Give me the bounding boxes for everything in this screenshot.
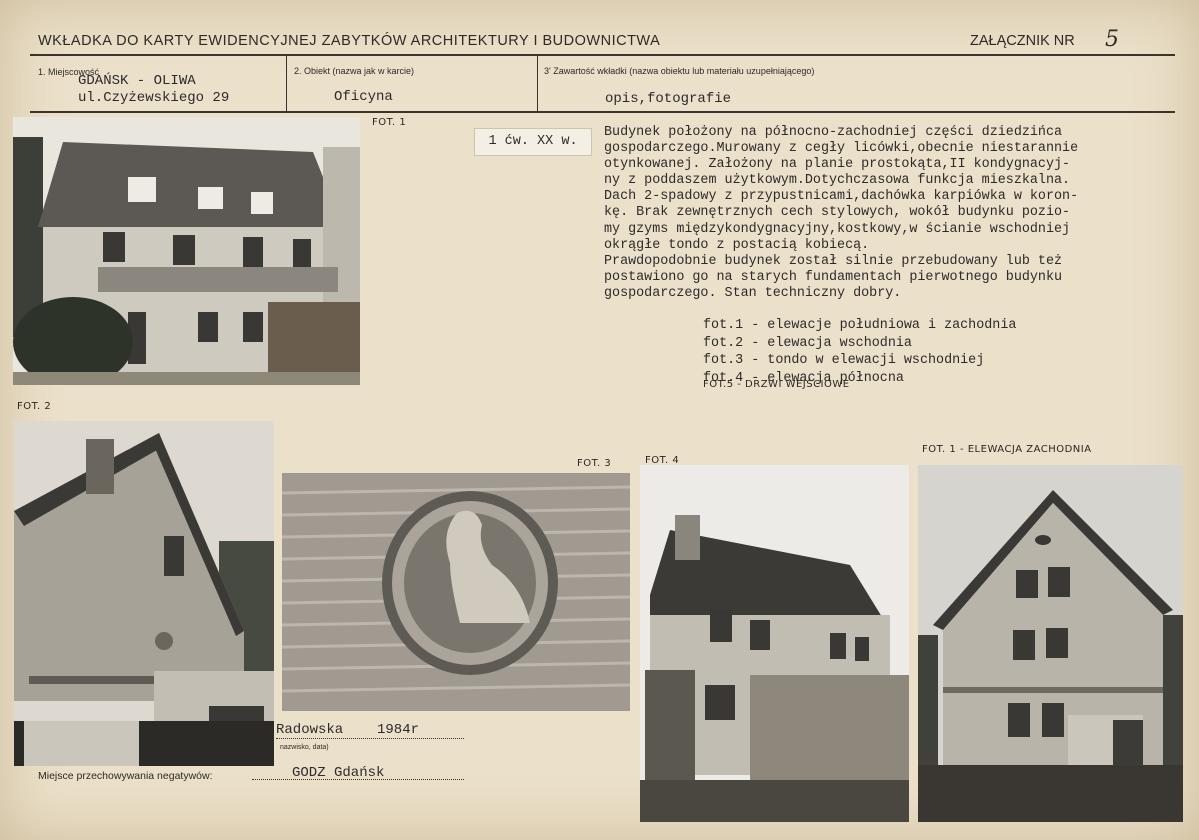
header-rule <box>30 54 1175 56</box>
field-2-label: 2. Obiekt (nazwa jak w karcie) <box>294 66 415 76</box>
inventory-card: WKŁADKA DO KARTY EWIDENCYJNEJ ZABYTKÓW A… <box>0 0 1199 840</box>
author-hint: nazwisko, data) <box>280 744 329 751</box>
field-3-label: 3' Zawartość wkładki (nazwa obiektu lub … <box>544 66 815 76</box>
field-divider-2 <box>537 55 538 112</box>
record-date: 1984r <box>377 722 420 738</box>
annex-label: ZAŁĄCZNIK NR <box>970 33 1075 49</box>
fields-rule <box>30 111 1175 113</box>
author-name: Radowska <box>276 722 344 738</box>
photo-1-south-west-facade <box>13 117 360 385</box>
field-3-value: opis,fotografie <box>605 91 732 107</box>
annex-number: 5 <box>1105 27 1119 52</box>
photo-captions: fot.1 - elewacje południowa i zachodnia … <box>703 318 1017 386</box>
photo-3-tondo <box>282 473 630 711</box>
field-divider-1 <box>286 55 287 112</box>
field-2-value: Oficyna <box>334 89 393 105</box>
field-1-place: GDAŃSK - OLIWA <box>78 73 196 89</box>
building-description: Budynek położony na północno-zachodniej … <box>604 125 1079 301</box>
card-title: WKŁADKA DO KARTY EWIDENCYJNEJ ZABYTKÓW A… <box>38 33 661 49</box>
photo-4-north-facade <box>640 465 909 822</box>
photo-caption-5: fot.5 - drzwi wejściowe <box>703 379 850 390</box>
negatives-location-label: Miejsce przechowywania negatywów: <box>38 770 213 782</box>
photo-3-label: fot. 3 <box>577 458 612 469</box>
photo-1-label: fot. 1 <box>372 117 407 128</box>
negatives-location: GODZ Gdańsk <box>292 765 385 781</box>
photo-2-label: fot. 2 <box>17 401 52 412</box>
dating-tag: 1 ćw. XX w. <box>474 128 592 156</box>
photo-2-east-facade <box>14 421 274 766</box>
photo-5-label: fot. 1 - elewacja zachodnia <box>922 444 1092 455</box>
photo-5-west-facade <box>918 465 1183 822</box>
author-line <box>276 738 464 739</box>
field-1-street: ul.Czyżewskiego 29 <box>78 90 230 106</box>
